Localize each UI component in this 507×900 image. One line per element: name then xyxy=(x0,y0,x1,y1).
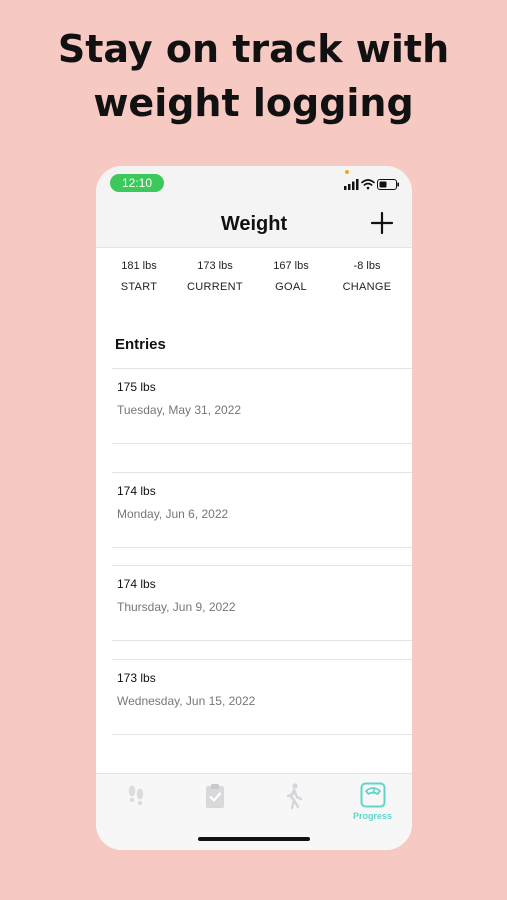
privacy-indicator-dot xyxy=(345,170,349,174)
status-bar: 12:10 xyxy=(96,166,412,200)
entry-date: Wednesday, Jun 15, 2022 xyxy=(117,694,256,708)
list-item[interactable]: 175 lbs Tuesday, May 31, 2022 xyxy=(112,368,412,444)
signal-icon xyxy=(344,179,359,190)
entry-weight: 175 lbs xyxy=(117,380,156,394)
stat-change: -8 lbs CHANGE xyxy=(327,258,407,295)
stat-goal-label: GOAL xyxy=(275,281,307,293)
stat-current-value: 173 lbs xyxy=(197,260,233,272)
weight-summary: 181 lbs START 173 lbs CURRENT 167 lbs GO… xyxy=(96,258,412,298)
entry-weight: 174 lbs xyxy=(117,577,156,591)
tab-progress[interactable]: Progress xyxy=(333,782,412,830)
clipboard-check-icon xyxy=(205,784,224,808)
stat-start-value: 181 lbs xyxy=(121,260,157,272)
promo-headline-line-1: Stay on track with xyxy=(57,27,450,71)
entries-heading: Entries xyxy=(115,336,166,353)
status-icons xyxy=(344,179,399,190)
stat-current: 173 lbs CURRENT xyxy=(175,258,255,295)
entry-date: Thursday, Jun 9, 2022 xyxy=(117,600,236,614)
stat-start-label: START xyxy=(120,281,158,293)
tab-steps[interactable] xyxy=(96,782,175,830)
entry-date: Monday, Jun 6, 2022 xyxy=(117,507,229,521)
nav-bar: Weight xyxy=(96,200,412,248)
entry-date: Tuesday, May 31, 2022 xyxy=(117,403,242,417)
stat-start: 181 lbs START xyxy=(99,258,179,295)
battery-icon xyxy=(377,179,399,190)
promo-headline: Stay on track with weight logging xyxy=(0,22,507,130)
stat-change-value: -8 lbs xyxy=(353,260,381,272)
stat-goal-value: 167 lbs xyxy=(273,260,309,272)
status-time: 12:10 xyxy=(110,174,164,192)
tab-progress-label: Progress xyxy=(352,811,393,821)
list-item[interactable]: 174 lbs Monday, Jun 6, 2022 xyxy=(112,472,412,548)
promo-headline-line-2: weight logging xyxy=(93,81,414,125)
list-item[interactable]: 174 lbs Thursday, Jun 9, 2022 xyxy=(112,565,412,641)
plus-icon[interactable] xyxy=(370,211,394,235)
home-indicator[interactable] xyxy=(198,837,310,841)
stat-current-label: CURRENT xyxy=(187,281,243,293)
wifi-icon xyxy=(361,179,375,190)
tab-tasks[interactable] xyxy=(175,782,254,830)
phone-screen: 12:10 Weight 181 lbs START 173 lbs CURRE… xyxy=(96,166,412,850)
footprints-icon xyxy=(128,785,143,806)
tab-activity[interactable] xyxy=(254,782,333,830)
entry-weight: 174 lbs xyxy=(117,484,156,498)
list-item[interactable]: 173 lbs Wednesday, Jun 15, 2022 xyxy=(112,659,412,735)
page-title: Weight xyxy=(220,213,288,235)
scale-icon xyxy=(360,782,385,808)
stat-change-label: CHANGE xyxy=(342,281,392,293)
entry-weight: 173 lbs xyxy=(117,671,156,685)
stat-goal: 167 lbs GOAL xyxy=(251,258,331,295)
walking-person-icon xyxy=(286,783,302,810)
